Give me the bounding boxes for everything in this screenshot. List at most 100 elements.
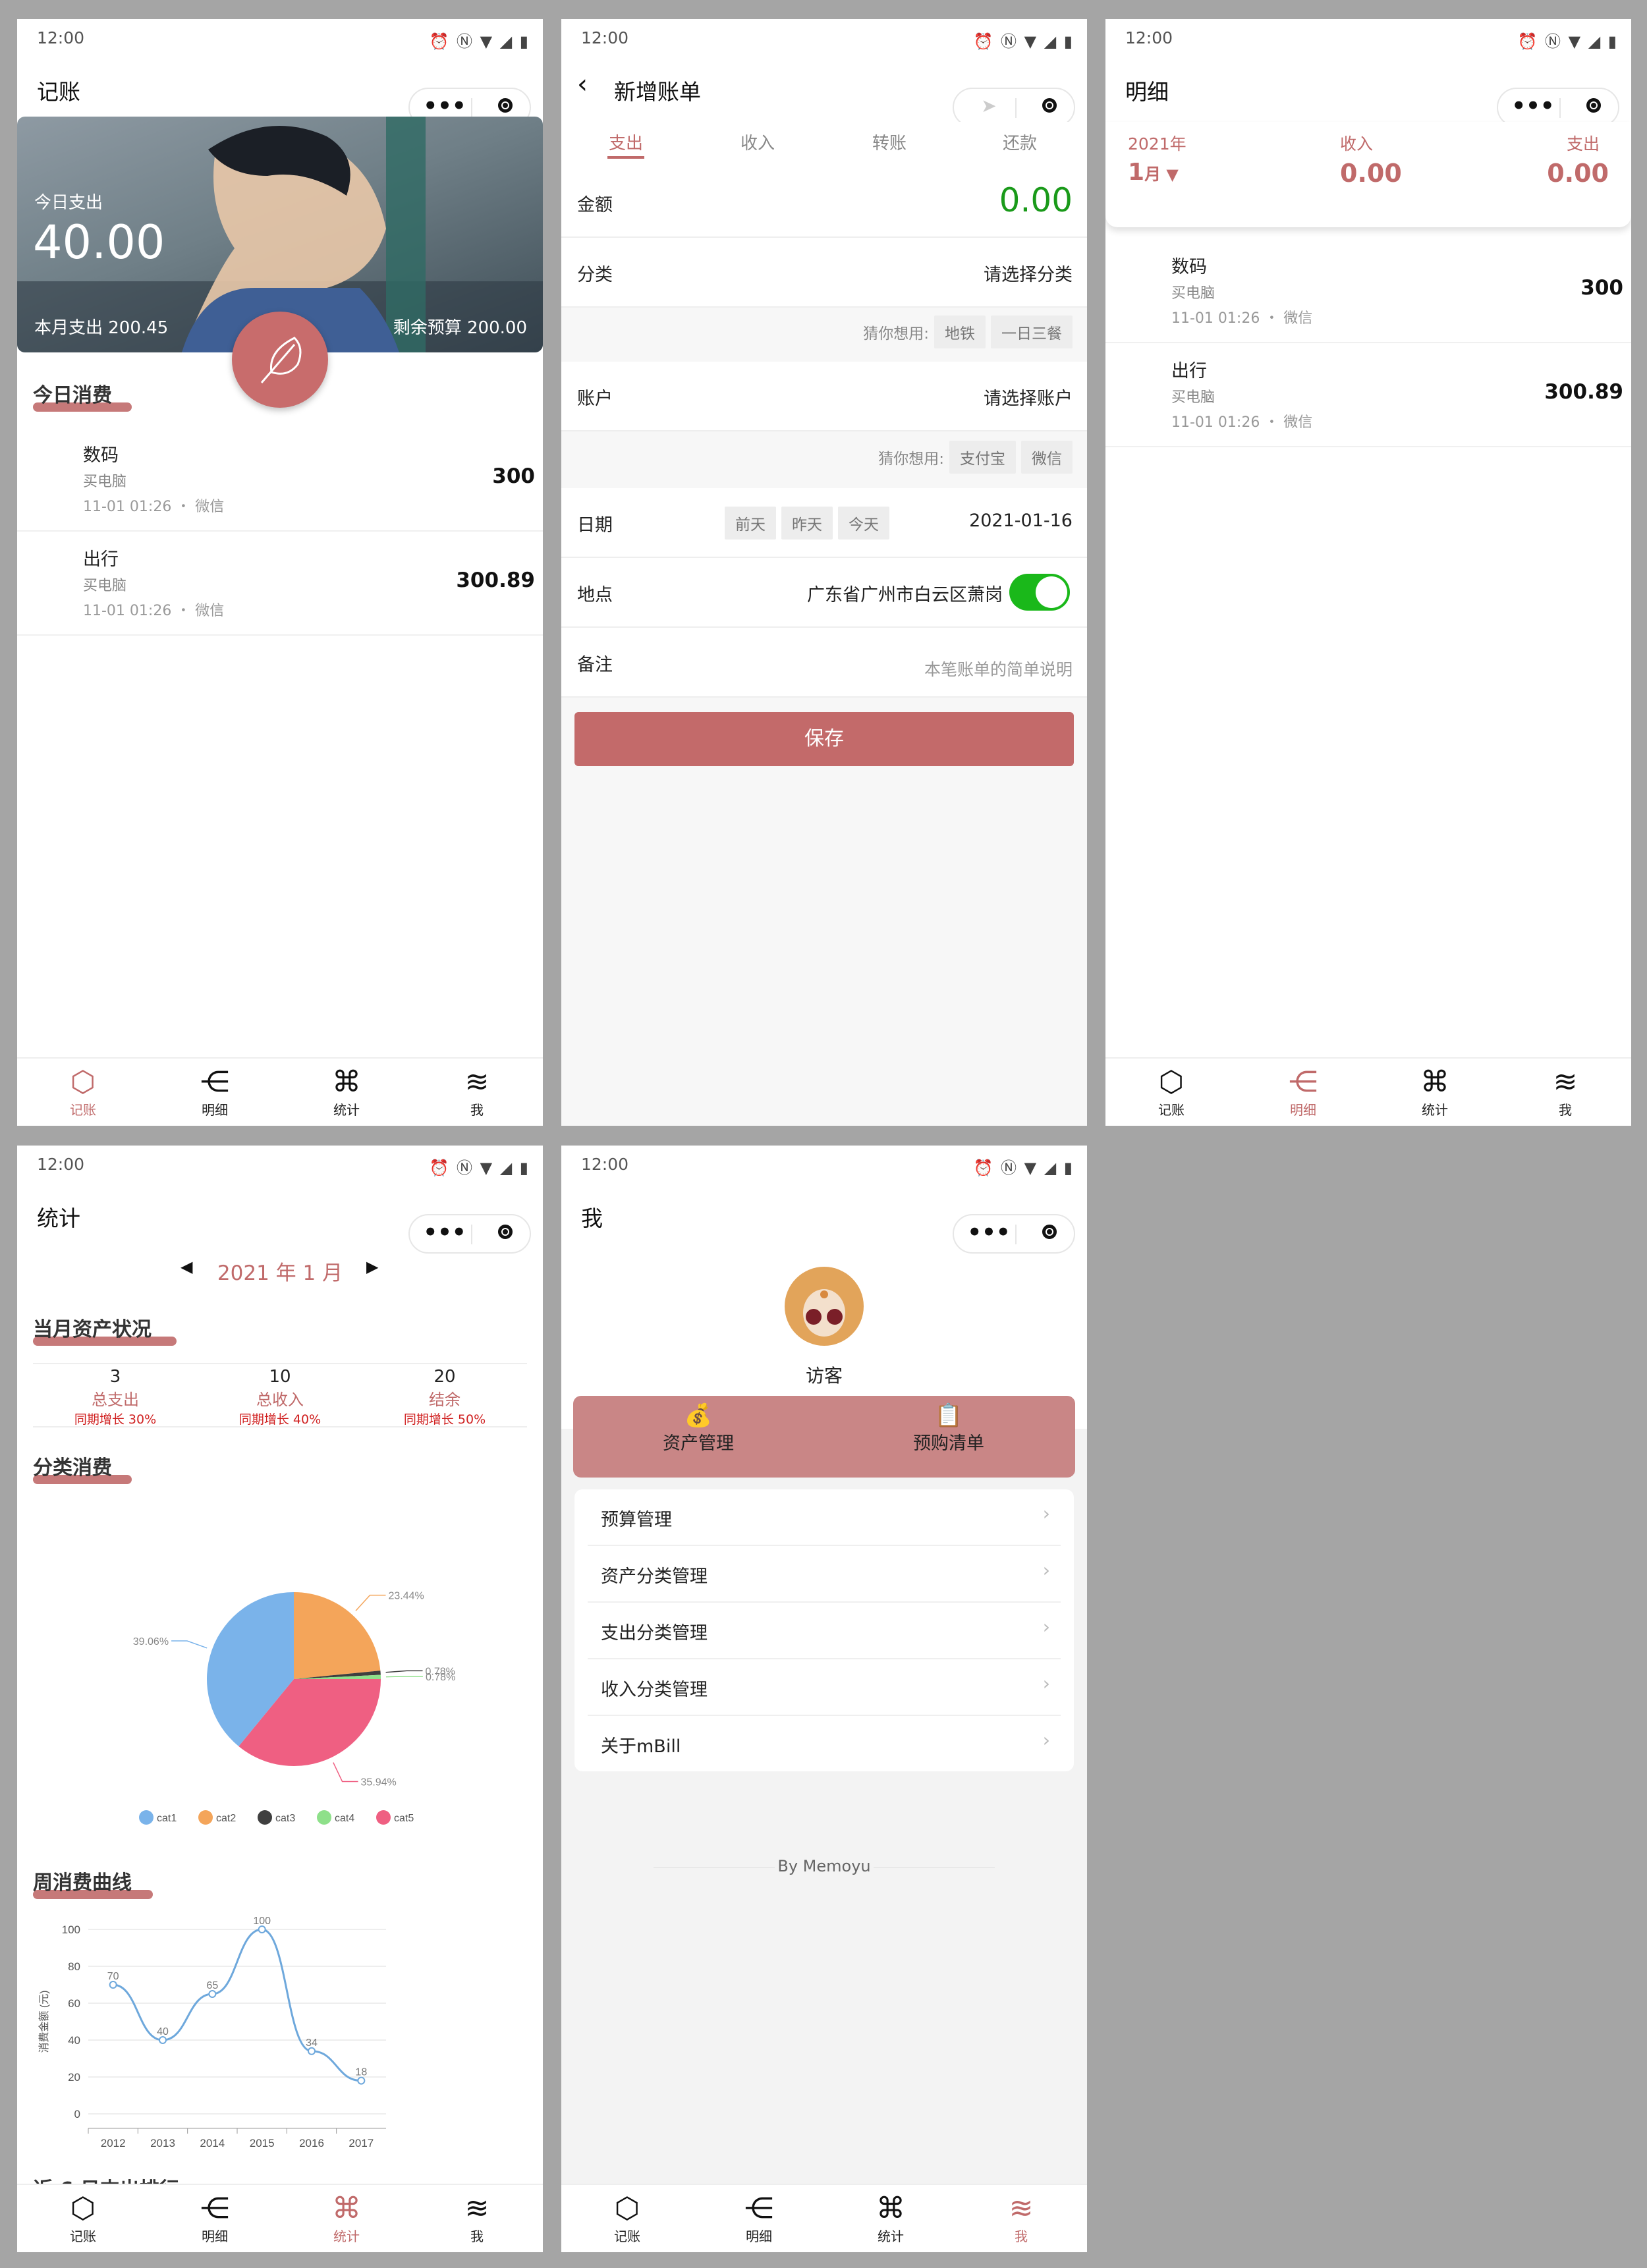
close-target-icon[interactable] [1042,98,1057,113]
list-item[interactable]: 数码 买电脑 11-01 01:26 ・ 微信 300 [1105,239,1631,343]
tab-me[interactable]: ≋ 我 [1532,1065,1598,1119]
screen-stats: 12:00 ⏰ Ⓝ ▼ ◢ ▮ 统计 ••• ◀ 2021 年 1 月 ▶ 当月… [17,1146,543,2252]
mini-program-capsule[interactable]: ••• [1497,88,1619,127]
pie-label-line [333,1762,358,1783]
menu-item-expense-category[interactable]: 支出分类管理 › [588,1603,1061,1659]
chevron-right-icon: › [1042,1559,1050,1581]
suggest-chip[interactable]: 地铁 [934,316,986,348]
menu-item-budget[interactable]: 预算管理 › [588,1489,1061,1546]
tab-details[interactable]: ⋲ 明细 [182,2192,248,2245]
status-bar: 12:00 ⏰ Ⓝ ▼ ◢ ▮ [17,19,543,56]
tab-expense[interactable]: 支出 [609,130,643,154]
date-row[interactable]: 日期 前天 昨天 今天 2021-01-16 [561,488,1087,558]
tab-details[interactable]: ⋲ 明细 [1270,1065,1336,1119]
y-tick-label: 0 [74,2108,80,2120]
tab-stats[interactable]: ⌘ 统计 [1402,1065,1468,1119]
x-tick-label: 2014 [200,2137,225,2149]
close-target-icon[interactable] [498,1225,513,1239]
close-target-icon[interactable] [1586,98,1601,113]
save-button[interactable]: 保存 [574,712,1074,766]
menu-item-income-category[interactable]: 收入分类管理 › [588,1659,1061,1716]
data-label: 100 [253,1916,271,1927]
note-row[interactable]: 备注 本笔账单的简单说明 [561,628,1087,698]
cube-icon: ⬡ [1158,1065,1185,1099]
layers-icon: ≋ [464,1065,489,1099]
command-icon: ⌘ [332,1065,361,1099]
y-tick-label: 100 [62,1923,80,1936]
more-icon[interactable]: ••• [966,1219,1012,1246]
add-record-button[interactable] [232,312,328,408]
page-title: 明细 [1125,79,1169,105]
back-icon[interactable]: ‹ [577,69,588,99]
tab-bar: ⬡ 记账 ⋲ 明细 ⌘ 统计 ≋ 我 [1105,1057,1631,1126]
tab-bookkeeping[interactable]: ⬡ 记账 [50,1065,116,1119]
category-row[interactable]: 分类 请选择分类 [561,238,1087,308]
avatar[interactable] [785,1267,864,1346]
asset-management-button[interactable]: 💰 资产管理 [573,1402,824,1454]
more-icon[interactable]: ••• [422,1219,468,1246]
date-chip[interactable]: 前天 [725,507,776,539]
amount-input[interactable]: 0.00 [999,181,1073,219]
tab-details[interactable]: ⋲ 明细 [182,1065,248,1119]
tab-details[interactable]: ⋲ 明细 [726,2192,792,2245]
mini-program-capsule[interactable]: ••• [953,1214,1075,1254]
asset-item: 3 总支出 同期增长 30% [74,1367,157,1427]
tab-me[interactable]: ≋ 我 [444,2192,510,2245]
data-point [258,1925,266,1933]
category-picker[interactable]: 请选择分类 [984,260,1073,286]
prepurchase-list-button[interactable]: 📋 预购清单 [824,1402,1074,1454]
screen-details: 12:00 ⏰ Ⓝ ▼ ◢ ▮ 明细 ••• 2021年 1月 ▼ 收入 0.0… [1105,19,1631,1126]
layers-icon: ≋ [1553,1065,1578,1099]
nav-bar: 我 ••• [561,1182,1087,1254]
tab-stats[interactable]: ⌘ 统计 [858,2192,924,2245]
pie-label-line [171,1640,208,1649]
tab-repay[interactable]: 还款 [1003,130,1037,154]
tab-stats[interactable]: ⌘ 统计 [314,1065,379,1119]
status-icons: ⏰ Ⓝ ▼ ◢ ▮ [429,32,530,51]
place-row[interactable]: 地点 广东省广州市白云区萧岗 [561,558,1087,628]
account-picker[interactable]: 请选择账户 [984,384,1073,410]
list-item[interactable]: 数码 买电脑 11-01 01:26 ・ 微信 300 [17,428,543,532]
month-picker[interactable]: 1月 ▼ [1128,159,1179,186]
tab-transfer[interactable]: 转账 [872,130,907,154]
tab-me[interactable]: ≋ 我 [444,1065,510,1119]
list-item[interactable]: 出行 买电脑 11-01 01:26 ・ 微信 300.89 [1105,343,1631,447]
menu-item-asset-category[interactable]: 资产分类管理 › [588,1546,1061,1603]
share-icon: ⋲ [200,2192,229,2225]
legend-label: cat2 [216,1813,236,1824]
suggest-chip[interactable]: 微信 [1021,441,1073,474]
more-icon[interactable]: ••• [422,93,468,119]
close-target-icon[interactable] [1042,1225,1057,1239]
menu-item-about[interactable]: 关于mBill › [588,1716,1061,1771]
cube-icon: ⬡ [70,2192,96,2225]
settings-menu: 预算管理 › 资产分类管理 › 支出分类管理 › 收入分类管理 › 关于mBill › [574,1489,1074,1771]
mini-program-capsule[interactable]: ••• [408,1214,531,1254]
tab-bookkeeping[interactable]: ⬡ 记账 [50,2192,116,2245]
list-item[interactable]: 出行 买电脑 11-01 01:26 ・ 微信 300.89 [17,532,543,636]
y-tick-label: 40 [68,2034,80,2047]
date-chip[interactable]: 今天 [838,507,889,539]
amount-row[interactable]: 金额 0.00 [561,168,1087,238]
date-picker[interactable]: 2021-01-16 [969,511,1073,531]
mini-program-capsule[interactable]: ➤ [953,88,1075,127]
location-arrow-icon[interactable]: ➤ [966,93,1012,119]
tab-stats[interactable]: ⌘ 统计 [314,2192,379,2245]
suggest-chip[interactable]: 支付宝 [949,441,1016,474]
tab-bookkeeping[interactable]: ⬡ 记账 [1138,1065,1204,1119]
note-input[interactable]: 本笔账单的简单说明 [924,657,1073,680]
tab-bookkeeping[interactable]: ⬡ 记账 [594,2192,660,2245]
tab-income[interactable]: 收入 [740,130,775,154]
suggest-chip[interactable]: 一日三餐 [991,316,1073,348]
place-toggle[interactable] [1009,574,1070,611]
tab-me[interactable]: ≋ 我 [988,2192,1054,2245]
x-tick-label: 2015 [250,2137,275,2149]
asset-item: 10 总收入 同期增长 40% [238,1367,321,1427]
page-title: 记账 [37,79,80,105]
account-row[interactable]: 账户 请选择账户 [561,362,1087,431]
date-chip[interactable]: 昨天 [781,507,833,539]
pie-label-line [385,1670,423,1673]
next-month-icon[interactable]: ▶ [366,1258,378,1276]
today-expense-label: 今日支出 [34,193,103,213]
close-target-icon[interactable] [498,98,513,113]
more-icon[interactable]: ••• [1510,93,1556,119]
